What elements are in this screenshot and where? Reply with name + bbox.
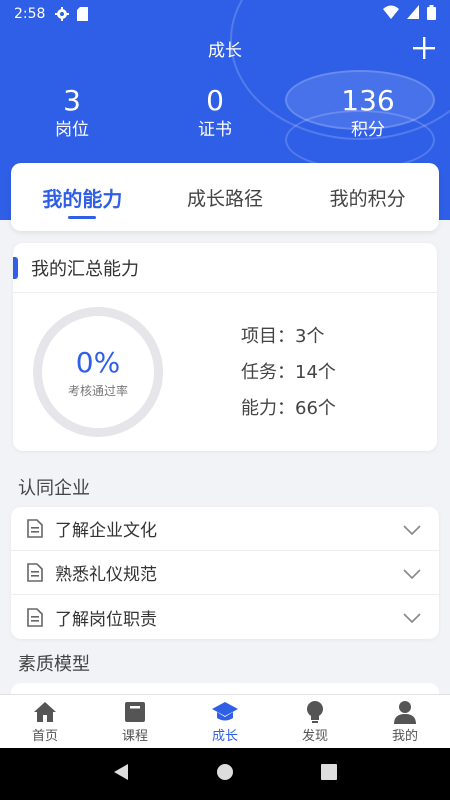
stat-positions[interactable]: 3 岗位 (2, 84, 142, 142)
tab-label: 我的能力 (42, 186, 123, 211)
lightbulb-icon (305, 699, 325, 725)
tab-growth-path[interactable]: 成长路径 (154, 163, 297, 231)
wifi-icon (383, 5, 399, 23)
nav-label: 成长 (211, 729, 238, 744)
summary-card: 我的汇总能力 0% 考核通过率 项目：3个 任务：14个 能力：66个 (13, 243, 437, 451)
stat-label: 证书 (198, 120, 232, 140)
home-circle-icon[interactable] (216, 763, 234, 785)
chevron-down-icon (403, 565, 421, 585)
section-title-company: 认同企业 (18, 478, 90, 499)
plus-icon (413, 37, 435, 59)
nav-label: 课程 (121, 729, 148, 744)
list-item-label: 了解企业文化 (55, 521, 157, 541)
nav-home[interactable]: 首页 (0, 695, 90, 748)
list-item-etiquette[interactable]: 熟悉礼仪规范 (11, 551, 439, 595)
stat-value: 3 (63, 84, 81, 117)
metric-projects: 项目：3个 (241, 326, 325, 347)
pass-rate-value: 0% (75, 345, 121, 379)
accent-bar (13, 257, 18, 279)
book-icon (124, 699, 146, 725)
company-list: 了解企业文化 熟悉礼仪规范 了解岗位职责 (11, 507, 439, 639)
back-triangle-icon[interactable] (113, 763, 129, 785)
nav-label: 首页 (31, 729, 58, 744)
battery-icon (427, 4, 436, 24)
nav-label: 发现 (301, 729, 328, 744)
recents-square-icon[interactable] (320, 764, 337, 784)
chevron-down-icon (403, 609, 421, 629)
nav-courses[interactable]: 课程 (90, 695, 180, 748)
stat-value: 136 (341, 84, 395, 117)
system-navigation-bar (0, 748, 450, 800)
add-button[interactable] (408, 32, 440, 64)
metric-tasks: 任务：14个 (241, 362, 336, 383)
person-icon (394, 699, 416, 725)
document-icon (27, 519, 43, 538)
nav-discover[interactable]: 发现 (270, 695, 360, 748)
stat-certificates[interactable]: 0 证书 (145, 84, 285, 142)
nav-label: 我的 (391, 729, 418, 744)
pass-rate-ring: 0% 考核通过率 (33, 307, 163, 437)
tab-my-points[interactable]: 我的积分 (296, 163, 439, 231)
stat-points[interactable]: 136 积分 (298, 84, 438, 142)
document-icon (27, 607, 43, 627)
page-title: 成长 (208, 40, 242, 61)
tab-label: 我的积分 (329, 187, 406, 210)
home-icon (33, 699, 57, 725)
list-item-label: 熟悉礼仪规范 (55, 565, 157, 585)
title-bar: 成长 (0, 28, 450, 68)
graduation-cap-icon (211, 699, 239, 725)
metric-abilities: 能力：66个 (241, 398, 336, 419)
list-item-label: 了解岗位职责 (55, 609, 157, 630)
nav-growth[interactable]: 成长 (180, 695, 270, 748)
tab-active-indicator (68, 216, 97, 219)
signal-icon (407, 5, 419, 23)
stat-label: 岗位 (55, 120, 89, 140)
chevron-down-icon (403, 521, 421, 541)
summary-metrics: 项目：3个 任务：14个 能力：66个 (241, 319, 336, 427)
stats-row: 3 岗位 0 证书 136 积分 (0, 84, 450, 154)
tab-label: 成长路径 (187, 187, 264, 210)
status-bar: 2:58 (0, 0, 450, 28)
sd-card-icon (77, 7, 89, 21)
stat-label: 积分 (351, 120, 385, 140)
pass-rate-caption: 考核通过率 (67, 383, 128, 398)
status-time: 2:58 (14, 6, 46, 22)
section-title-quality: 素质模型 (18, 654, 90, 675)
tab-my-ability[interactable]: 我的能力 (11, 163, 154, 231)
summary-header: 我的汇总能力 (13, 243, 437, 293)
stat-value: 0 (206, 84, 224, 117)
bottom-nav: 首页 课程 成长 发现 我的 (0, 694, 450, 748)
list-item-culture[interactable]: 了解企业文化 (11, 507, 439, 551)
document-icon (27, 563, 43, 582)
tab-bar: 我的能力 成长路径 我的积分 (11, 163, 439, 231)
summary-title: 我的汇总能力 (31, 258, 139, 280)
settings-gear-icon (55, 7, 70, 21)
list-item-duties[interactable]: 了解岗位职责 (11, 595, 439, 639)
nav-profile[interactable]: 我的 (360, 695, 450, 748)
